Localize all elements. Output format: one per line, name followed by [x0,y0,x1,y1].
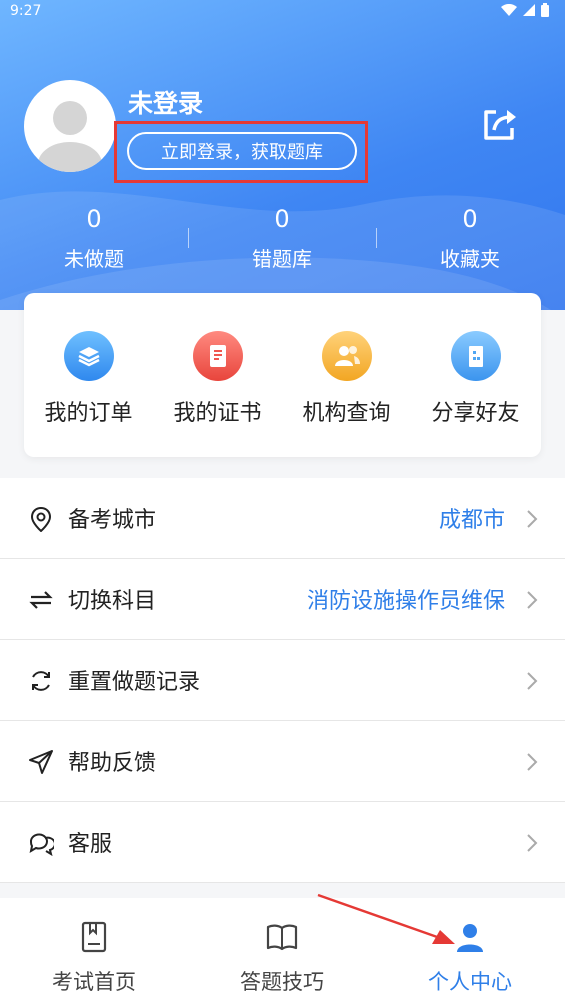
stat-wrong-answers[interactable]: 0 错题库 [212,205,352,272]
chevron-right-icon [527,753,538,771]
stat-favorites[interactable]: 0 收藏夹 [400,205,540,272]
quick-action-label: 机构查询 [302,401,391,426]
stat-label: 未做题 [64,247,124,271]
quick-action-label: 我的订单 [44,401,133,426]
bottom-tab-bar: 考试首页 答题技巧 个人中心 [0,898,565,1004]
menu-row-exam-city[interactable]: 备考城市 成都市 [0,478,565,559]
send-icon [29,750,53,774]
wifi-icon [501,4,517,16]
refresh-icon [32,671,50,691]
menu-row-label: 帮助反馈 [68,751,157,776]
exam-book-icon [81,921,107,953]
menu-row-switch-subject[interactable]: 切换科目 消防设施操作员维保 [0,559,565,640]
person-icon [457,924,483,952]
stat-label: 错题库 [252,247,312,271]
layers-icon [63,331,114,381]
quick-action-institution-search[interactable]: 机构查询 [282,331,411,427]
default-user-icon [38,101,102,172]
menu-row-value: 消防设施操作员维保 [306,589,505,614]
quick-actions-card: 我的订单 我的证书 机构查询 分享好友 [24,293,541,457]
chevron-right-icon [527,834,538,852]
tab-exam-home[interactable]: 考试首页 [0,920,188,996]
quick-action-label: 分享好友 [431,401,520,426]
chevron-right-icon [527,591,538,609]
settings-list: 备考城市 成都市 切换科目 消防设施操作员维保 重置做题记录 帮助反馈 客服 [0,478,565,883]
quick-action-share-friends[interactable]: 分享好友 [411,331,540,427]
stat-value: 0 [86,205,102,233]
stat-value: 0 [462,205,478,233]
menu-row-label: 重置做题记录 [68,670,201,695]
location-icon [30,506,52,532]
menu-row-customer-service[interactable]: 客服 [0,802,565,883]
stat-value: 0 [274,205,290,233]
stat-divider [188,228,189,248]
status-time: 9:27 [10,3,42,19]
menu-row-label: 备考城市 [68,508,157,533]
quick-action-orders[interactable]: 我的订单 [24,331,153,427]
quick-action-certificate[interactable]: 我的证书 [153,331,282,427]
avatar[interactable] [24,80,116,172]
login-button[interactable]: 立即登录，获取题库 [127,132,357,170]
tab-label: 个人中心 [428,970,512,994]
status-bar: 9:27 [0,0,565,24]
stat-unanswered[interactable]: 0 未做题 [24,205,164,272]
chat-icon [29,833,54,856]
menu-row-reset-records[interactable]: 重置做题记录 [0,640,565,721]
chevron-right-icon [527,672,538,690]
menu-row-help-feedback[interactable]: 帮助反馈 [0,721,565,802]
chevron-right-icon [527,510,538,528]
share-icon[interactable] [480,104,520,144]
people-icon [321,331,372,381]
menu-row-label: 切换科目 [68,589,157,614]
menu-row-value: 成都市 [438,508,505,533]
tab-label: 考试首页 [52,970,136,994]
username-label: 未登录 [128,89,204,118]
open-book-icon [266,924,298,951]
tab-answer-tips[interactable]: 答题技巧 [188,920,376,996]
quick-action-label: 我的证书 [173,401,262,426]
stat-label: 收藏夹 [440,247,500,271]
certificate-icon [192,331,243,381]
stat-divider [376,228,377,248]
battery-icon [541,3,549,17]
tab-personal-center[interactable]: 个人中心 [376,920,564,996]
tab-label: 答题技巧 [240,970,324,994]
switch-icon [29,591,53,609]
signal-icon [523,4,535,16]
building-icon [450,331,501,381]
menu-row-label: 客服 [68,832,113,857]
